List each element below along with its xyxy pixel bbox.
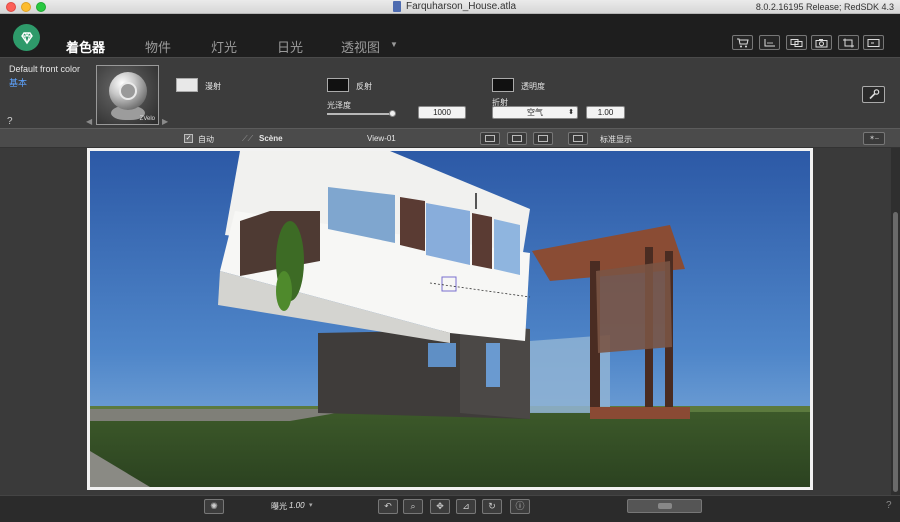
exposure-value[interactable]: 1.00	[289, 501, 305, 510]
previous-arrow-icon[interactable]: ◀	[86, 117, 92, 126]
material-name: Default front color	[9, 64, 81, 74]
dimension-icon[interactable]	[759, 35, 780, 50]
exposure-label: 曝光	[271, 502, 287, 511]
reflection-color-swatch[interactable]	[327, 78, 349, 92]
views-icon[interactable]	[786, 35, 807, 50]
scene-label[interactable]: Scène	[259, 134, 283, 143]
minimize-window-button[interactable]	[21, 2, 31, 12]
cart-icon[interactable]	[732, 35, 753, 50]
display-mode-icon[interactable]	[568, 132, 588, 145]
top-bar: 着色器 物件 灯光 日光 透视图 ▼	[0, 14, 900, 57]
gloss-label: 光泽度	[327, 101, 351, 110]
help-icon[interactable]: ?	[7, 116, 13, 127]
camera-icon[interactable]	[811, 35, 832, 50]
app-logo-icon[interactable]	[13, 24, 40, 51]
crop-icon[interactable]	[838, 35, 859, 50]
render-viewport[interactable]	[90, 151, 810, 487]
diffuse-label: 漫射	[205, 82, 221, 91]
select-arrows-icon: ⬍	[568, 109, 574, 116]
gloss-value-field[interactable]: 1000	[418, 106, 466, 119]
help-icon[interactable]: ?	[886, 500, 892, 511]
aperture-icon[interactable]: ✺	[204, 499, 224, 514]
export-icon[interactable]	[863, 35, 884, 50]
view-name[interactable]: View-01	[367, 134, 396, 143]
tab-perspective[interactable]: 透视图	[341, 37, 380, 56]
tab-sun[interactable]: 日光	[277, 37, 303, 56]
zoom-icon[interactable]: ⌕	[403, 499, 423, 514]
refraction-medium-select[interactable]: 空气 ⬍	[492, 106, 578, 119]
material-panel: Default front color 基本 ? ◀ ZVelo ▶ 漫射 反射…	[0, 57, 900, 128]
preview-sphere-detail	[119, 82, 137, 100]
chevron-down-icon[interactable]: ▾	[309, 501, 313, 509]
pan-icon[interactable]: ✥	[430, 499, 450, 514]
tab-shaders[interactable]: 着色器	[66, 37, 105, 56]
fit-view-icon[interactable]	[507, 132, 527, 145]
view-toolbar: ✓ 自动 ⟋⟋ Scène View-01 标准显示 ✶–	[0, 128, 900, 148]
material-category-link[interactable]: 基本	[9, 76, 27, 89]
reflection-label: 反射	[356, 82, 372, 91]
close-window-button[interactable]	[6, 2, 16, 12]
title-bar: Farquharson_House.atla 8.0.2.16195 Relea…	[0, 0, 900, 14]
wrench-icon[interactable]	[862, 86, 885, 103]
material-preview[interactable]: ZVelo	[96, 65, 159, 125]
transparency-color-swatch[interactable]	[492, 78, 514, 92]
tab-objects[interactable]: 物件	[145, 37, 171, 56]
settings-toggle-icon[interactable]: ✶–	[863, 132, 885, 145]
info-icon[interactable]: ⓘ	[510, 499, 530, 514]
app-window: Farquharson_House.atla 8.0.2.16195 Relea…	[0, 0, 900, 522]
tab-lights[interactable]: 灯光	[211, 37, 237, 56]
render-progress-slider[interactable]	[627, 499, 702, 513]
zoom-window-button[interactable]	[36, 2, 46, 12]
gloss-slider-knob[interactable]	[389, 110, 396, 117]
window-title: Farquharson_House.atla	[406, 1, 517, 12]
split-view-icon[interactable]	[533, 132, 553, 145]
next-arrow-icon[interactable]: ▶	[162, 117, 168, 126]
scrollbar-thumb[interactable]	[893, 212, 898, 492]
refraction-medium-value: 空气	[527, 108, 543, 117]
version-text: 8.0.2.16195 Release; RedSDK 4.3	[755, 2, 894, 12]
undo-icon[interactable]: ↶	[378, 499, 398, 514]
auto-checkbox[interactable]: ✓	[184, 134, 193, 143]
orbit-icon[interactable]: ↻	[482, 499, 502, 514]
transparency-label: 透明度	[521, 82, 545, 91]
diffuse-color-swatch[interactable]	[176, 78, 198, 92]
preview-tag: ZVelo	[139, 116, 155, 122]
scene-icon[interactable]: ⟋⟋	[242, 134, 253, 144]
walk-icon[interactable]: ⊿	[456, 499, 476, 514]
display-mode-label[interactable]: 标准显示	[600, 134, 632, 145]
frame-view-icon[interactable]	[480, 132, 500, 145]
auto-label: 自动	[198, 135, 214, 144]
chevron-down-icon[interactable]: ▼	[390, 40, 398, 49]
bottom-bar: ✺ 曝光 1.00 ▾ ↶ ⌕ ✥ ⊿ ↻ ⓘ ?	[0, 495, 900, 522]
gloss-slider[interactable]	[327, 110, 396, 117]
document-icon	[393, 1, 401, 12]
refraction-value-field[interactable]: 1.00	[586, 106, 625, 119]
